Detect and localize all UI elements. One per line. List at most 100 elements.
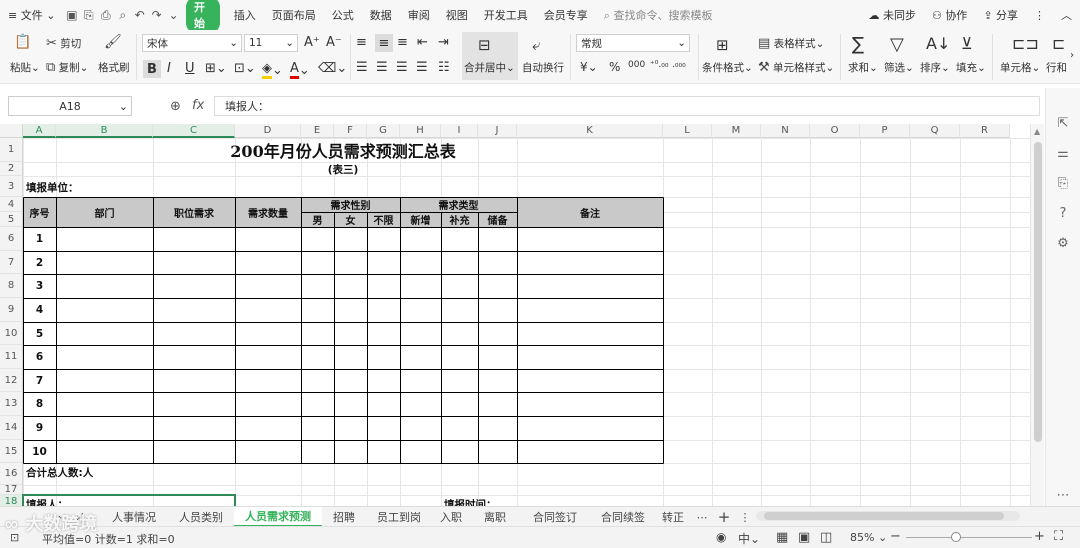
fill-color-icon[interactable]: ◈ ⌄ <box>262 61 283 79</box>
tab-view[interactable]: 视图 <box>438 7 476 23</box>
tab-page-layout[interactable]: 页面布局 <box>264 7 324 23</box>
indent-increase-icon[interactable]: ⇥ <box>438 35 449 50</box>
collaborate-button[interactable]: ⚇ 协作 <box>924 7 975 23</box>
cell-border-style-icon[interactable]: ⊡⌄ <box>234 61 256 76</box>
page-break-view-icon[interactable]: ◫ <box>820 530 832 545</box>
sum-button[interactable]: 求和 ⌄ <box>848 60 878 75</box>
increase-font-icon[interactable]: A⁺ <box>304 35 320 50</box>
scroll-up-icon[interactable]: ▲ <box>1034 127 1040 136</box>
indent-decrease-icon[interactable]: ⇤ <box>417 35 428 50</box>
sheet-tab[interactable]: 人员需求预测 <box>234 507 322 527</box>
sheet-tab[interactable]: 入职 <box>432 507 470 527</box>
paste-icon[interactable]: 📋 <box>14 34 31 50</box>
sheet-tab[interactable]: 人事情况 <box>100 507 168 527</box>
wrap-text-button[interactable]: 自动换行 <box>522 60 564 75</box>
table-style-button[interactable]: ▤ 表格样式 ⌄ <box>758 36 824 51</box>
sort-icon[interactable]: A↓ <box>926 34 950 53</box>
vertical-scroll-thumb[interactable] <box>1034 142 1042 442</box>
currency-icon[interactable]: ¥⌄ <box>580 60 598 74</box>
tab-developer[interactable]: 开发工具 <box>476 7 536 23</box>
select-pointer-icon[interactable]: ⇱ <box>1055 116 1071 132</box>
quick-access-dropdown-icon[interactable]: ⌄ <box>167 7 180 23</box>
zoom-out-icon[interactable]: − <box>890 529 901 544</box>
collapse-ribbon-icon[interactable]: ︿ <box>1053 7 1080 23</box>
align-right-icon[interactable]: ☰ <box>396 60 408 75</box>
sheet-tab[interactable]: 转正 <box>656 507 690 527</box>
vertical-scrollbar[interactable]: ▲ <box>1030 124 1044 506</box>
eye-protection-icon[interactable]: ◉ <box>716 530 726 544</box>
conditional-format-icon[interactable]: ⊞ <box>716 36 729 54</box>
more-sheets-icon[interactable]: ⋯ <box>694 507 710 527</box>
fx-icon[interactable]: fx <box>192 98 204 113</box>
save-icon[interactable]: ▣ <box>65 7 78 23</box>
print-icon[interactable]: ⎙ <box>99 7 112 23</box>
bold-icon[interactable]: B <box>143 60 161 78</box>
fill-button[interactable]: 填充 ⌄ <box>956 60 986 75</box>
tab-member[interactable]: 会员专享 <box>536 7 596 23</box>
clear-format-icon[interactable]: ⌫⌄ <box>318 61 347 76</box>
tab-formula[interactable]: 公式 <box>324 7 362 23</box>
format-painter-icon[interactable]: 🖌 <box>104 34 122 50</box>
settings-sliders-icon[interactable]: ⚌ <box>1055 146 1071 162</box>
align-center-icon[interactable]: ☰ <box>376 60 388 75</box>
add-sheet-icon[interactable]: + <box>714 507 734 527</box>
sheet-tab[interactable]: 人员类别 <box>168 507 234 527</box>
justify-icon[interactable]: ☰ <box>416 60 428 75</box>
decrease-font-icon[interactable]: A⁻ <box>326 35 342 50</box>
filter-button[interactable]: 筛选 ⌄ <box>884 60 914 75</box>
font-name-select[interactable]: 宋体 ⌄ <box>142 34 242 52</box>
increase-decimal-icon[interactable]: ⁺⁰.₀₀ <box>650 60 668 70</box>
sync-status[interactable]: ☁ 未同步 <box>860 7 924 23</box>
align-top-icon[interactable]: ≡ <box>356 35 367 50</box>
percent-icon[interactable]: % <box>609 60 620 74</box>
spreadsheet-grid[interactable]: ABCDEFGHIJKLMNOPQR 1 2 3 4 5 6 7 8 9 10 11 12 13 14 15… <box>0 124 1030 506</box>
share-button[interactable]: ⇪ 分享 <box>975 7 1026 23</box>
align-left-icon[interactable]: ☰ <box>356 60 368 75</box>
sheet-tab[interactable]: 招聘 <box>322 507 366 527</box>
number-format-select[interactable]: 常规 ⌄ <box>576 34 690 52</box>
conditional-format-button[interactable]: 条件格式 ⌄ <box>702 60 753 75</box>
page-layout-view-icon[interactable]: ▣ <box>798 530 810 545</box>
name-box-dropdown-icon[interactable]: ⌄ <box>119 100 128 113</box>
align-bottom-icon[interactable]: ≡ <box>397 35 408 50</box>
thousands-separator-icon[interactable]: 000 <box>628 60 645 70</box>
merge-cells-icon[interactable]: ⊟ <box>478 36 491 54</box>
zoom-in-icon[interactable]: + <box>1034 529 1045 544</box>
font-size-select[interactable]: 11 ⌄ <box>244 34 298 52</box>
clipboard-icon[interactable]: ⎘ <box>1055 176 1071 192</box>
preview-icon[interactable]: ⌕ <box>116 7 129 23</box>
font-color-icon[interactable]: A ⌄ <box>290 61 310 79</box>
sheet-tab[interactable]: 离职 <box>470 507 520 527</box>
name-box[interactable]: A18 ⌄ <box>8 96 132 116</box>
zoom-slider-thumb[interactable] <box>951 532 961 542</box>
underline-icon[interactable]: U <box>185 61 195 76</box>
horizontal-scroll-thumb[interactable] <box>764 512 1004 520</box>
cell-style-button[interactable]: ⚒ 单元格样式 ⌄ <box>758 60 834 75</box>
help-icon[interactable]: ? <box>1055 206 1071 222</box>
align-middle-icon[interactable]: ≡ <box>375 34 393 52</box>
more-icon[interactable]: ⋮ <box>1026 9 1053 22</box>
ai-assistant-icon[interactable]: ⚙ <box>1055 236 1071 252</box>
row-col-icon[interactable]: ⊏ <box>1052 34 1065 53</box>
normal-view-icon[interactable]: ▦ <box>776 530 788 545</box>
file-menu[interactable]: ≡ 文件 ⌄ <box>0 7 63 23</box>
tab-review[interactable]: 审阅 <box>400 7 438 23</box>
format-painter-button[interactable]: 格式刷 <box>98 60 130 75</box>
undo-icon[interactable]: ↶ <box>133 7 146 23</box>
distribute-icon[interactable]: ☷ <box>438 60 450 75</box>
border-icon[interactable]: ⊞⌄ <box>205 61 227 76</box>
export-icon[interactable]: ⎘ <box>82 7 95 23</box>
command-search[interactable]: ⌕ 查找命令、搜索模板 <box>596 7 721 23</box>
panel-more-icon[interactable]: ⋯ <box>1055 488 1071 504</box>
merge-center-button[interactable]: 合并居中 ⌄ <box>464 60 515 75</box>
redo-icon[interactable]: ↷ <box>150 7 163 23</box>
formula-input[interactable]: 填报人： <box>214 96 1040 116</box>
fullscreen-icon[interactable]: ⛶ <box>1054 529 1063 544</box>
fill-icon[interactable]: ⊻ <box>961 34 973 53</box>
cut-button[interactable]: ✂ 剪切 <box>46 36 81 51</box>
copy-button[interactable]: ⧉ 复制 ⌄ <box>46 60 88 75</box>
tab-start[interactable]: 开始 <box>186 0 220 33</box>
zoom-slider-track[interactable] <box>906 537 1032 538</box>
paste-button[interactable]: 粘贴 ⌄ <box>10 60 40 75</box>
ribbon-scroll-right-icon[interactable]: › <box>1070 50 1074 61</box>
